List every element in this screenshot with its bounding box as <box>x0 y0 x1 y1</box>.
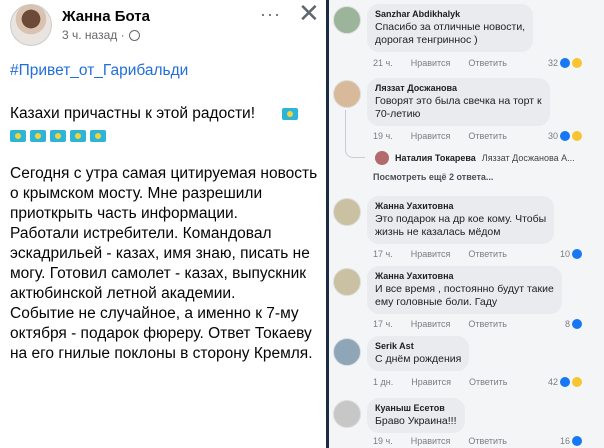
reaction-number: 8 <box>564 319 570 329</box>
reply-link[interactable]: Ответить <box>468 58 506 68</box>
reply-link[interactable]: Ответить <box>468 319 506 329</box>
close-icon[interactable]: ✕ <box>298 0 320 29</box>
comment-time[interactable]: 19 ч. <box>373 436 393 446</box>
comment-text: С днём рождения <box>375 353 462 365</box>
reaction-number: 32 <box>547 58 558 68</box>
commenter-avatar[interactable] <box>333 198 361 226</box>
commenter-name[interactable]: Куаныш Есетов <box>375 403 457 413</box>
like-link[interactable]: Нравится <box>411 58 451 68</box>
reaction-count[interactable]: 32 <box>548 58 582 68</box>
reaction-number: 10 <box>559 249 570 259</box>
like-link[interactable]: Нравится <box>411 249 451 259</box>
post-meta: 3 ч. назад · <box>62 28 140 42</box>
author-name[interactable]: Жанна Бота <box>62 8 150 25</box>
comment-text: Спасибо за отличные новости, дорогая тен… <box>375 21 526 46</box>
hashtag-link[interactable]: #Привет_от_Гарибальди <box>10 62 188 80</box>
reply-text: Ляззат Досжанова А... <box>481 153 575 163</box>
commenter-name[interactable]: Жанна Уахитовна <box>375 201 546 211</box>
reaction-number: 16 <box>559 436 570 446</box>
commenter-avatar[interactable] <box>333 400 361 428</box>
haha-reaction-icon <box>572 377 582 387</box>
comment-text: Говорят это была свечка на торт к 70-лет… <box>375 95 542 120</box>
reply-link[interactable]: Ответить <box>469 377 507 387</box>
reaction-count[interactable]: 16 <box>560 436 582 446</box>
comments-panel: Sanzhar Abdikhalyk Спасибо за отличные н… <box>329 0 604 448</box>
like-reaction-icon <box>560 377 570 387</box>
like-link[interactable]: Нравится <box>411 377 451 387</box>
comment-time[interactable]: 21 ч. <box>373 58 393 68</box>
comment-text: Браво Украина!!! <box>375 415 457 427</box>
like-link[interactable]: Нравится <box>411 319 451 329</box>
like-reaction-icon <box>560 58 570 68</box>
reply-avatar[interactable] <box>375 151 389 165</box>
globe-icon <box>128 29 140 41</box>
comment-bubble: Ляззат Досжанова Говорят это была свечка… <box>367 78 550 126</box>
like-reaction-icon <box>572 436 582 446</box>
comment-time[interactable]: 1 дн. <box>373 377 393 387</box>
commenter-avatar[interactable] <box>333 80 361 108</box>
comment-meta: 17 ч. Нравится Ответить <box>373 249 507 259</box>
like-reaction-icon <box>560 131 570 141</box>
comment-bubble: Жанна Уахитовна Это подарок на др кое ко… <box>367 196 555 244</box>
comment-time[interactable]: 19 ч. <box>373 131 393 141</box>
reply-preview[interactable]: Наталия Токарева Ляззат Досжанова А... <box>375 151 575 165</box>
commenter-name[interactable]: Жанна Уахитовна <box>375 271 554 281</box>
post-time[interactable]: 3 ч. назад · <box>62 28 125 42</box>
haha-reaction-icon <box>572 58 582 68</box>
reply-author[interactable]: Наталия Токарева <box>395 153 476 163</box>
commenter-avatar[interactable] <box>333 338 361 366</box>
thread-line <box>345 110 346 152</box>
comment-meta: 1 дн. Нравится Ответить <box>373 377 507 387</box>
reaction-count[interactable]: 8 <box>565 319 582 329</box>
reply-link[interactable]: Ответить <box>468 131 506 141</box>
see-more-replies[interactable]: Посмотреть ещё 2 ответа... <box>373 172 493 182</box>
commenter-name[interactable]: Serik Ast <box>375 341 461 351</box>
more-options-icon[interactable]: ··· <box>260 4 281 25</box>
author-avatar[interactable] <box>10 4 52 46</box>
thread-hook <box>345 148 365 158</box>
comment-time[interactable]: 17 ч. <box>373 319 393 329</box>
comment-text: И все время , постоянно будут такие ему … <box>375 283 554 308</box>
like-link[interactable]: Нравится <box>411 436 451 446</box>
commenter-avatar[interactable] <box>333 268 361 296</box>
reply-link[interactable]: Ответить <box>468 249 506 259</box>
comment-bubble: Sanzhar Abdikhalyk Спасибо за отличные н… <box>367 4 534 52</box>
reaction-count[interactable]: 42 <box>548 377 582 387</box>
reaction-count[interactable]: 30 <box>548 131 582 141</box>
reaction-count[interactable]: 10 <box>560 249 582 259</box>
post-body: Казахи причастны к этой радости! Сегодня… <box>10 105 318 362</box>
commenter-name[interactable]: Sanzhar Abdikhalyk <box>375 9 525 19</box>
reaction-number: 42 <box>547 377 558 387</box>
comment-meta: 19 ч. Нравится Ответить <box>373 436 507 446</box>
comment-time[interactable]: 17 ч. <box>373 249 393 259</box>
post-header: Жанна Бота 3 ч. назад · ··· ✕ <box>10 0 320 48</box>
commenter-name[interactable]: Ляззат Досжанова <box>375 83 542 93</box>
post-panel: Жанна Бота 3 ч. назад · ··· ✕ #Привет_от… <box>0 0 326 448</box>
like-reaction-icon <box>572 319 582 329</box>
comment-meta: 21 ч. Нравится Ответить <box>373 58 507 68</box>
comment-bubble: Куаныш Есетов Браво Украина!!! <box>367 398 465 433</box>
comment-meta: 17 ч. Нравится Ответить <box>373 319 507 329</box>
like-reaction-icon <box>572 249 582 259</box>
comment-bubble: Serik Ast С днём рождения <box>367 336 470 371</box>
comment-text: Это подарок на др кое кому. Чтобы жизнь … <box>375 213 547 238</box>
haha-reaction-icon <box>572 131 582 141</box>
reaction-number: 30 <box>547 131 558 141</box>
commenter-avatar[interactable] <box>333 6 361 34</box>
like-link[interactable]: Нравится <box>411 131 451 141</box>
comment-meta: 19 ч. Нравится Ответить <box>373 131 507 141</box>
comment-bubble: Жанна Уахитовна И все время , постоянно … <box>367 266 562 314</box>
reply-link[interactable]: Ответить <box>468 436 506 446</box>
